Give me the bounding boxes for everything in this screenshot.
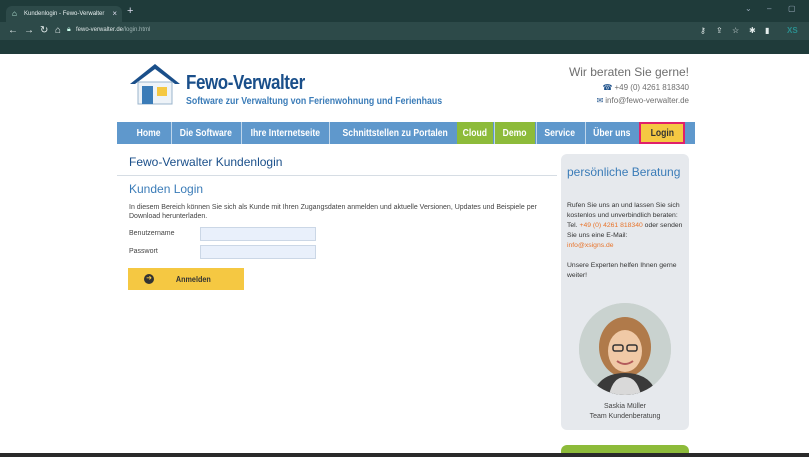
username-label: Benutzername	[129, 230, 175, 237]
key-icon[interactable]: ⚷	[700, 26, 706, 35]
maximize-icon[interactable]: ▢	[788, 4, 796, 13]
nav-website[interactable]: Ihre Internetseite	[243, 122, 327, 144]
extensions-icon[interactable]: ✱	[749, 26, 756, 35]
sidebar-phone-link[interactable]: +49 (0) 4261 818340	[579, 222, 642, 229]
sidebar-icon[interactable]: ▮	[765, 26, 769, 35]
taskbar-edge	[0, 453, 809, 457]
nav-software[interactable]: Die Software	[173, 122, 239, 144]
url-field[interactable]: fewo-verwalter.de/login.html	[76, 27, 150, 33]
nav-service[interactable]: Service	[537, 122, 583, 144]
mail-icon: ✉	[596, 96, 604, 105]
contact-heading: Wir beraten Sie gerne!	[568, 65, 689, 79]
header-email[interactable]: ✉ info@fewo-verwalter.de	[597, 96, 689, 105]
star-icon[interactable]: ☆	[732, 26, 739, 35]
site-favicon-icon: ⌂	[12, 9, 17, 18]
home-icon[interactable]: ⌂	[55, 25, 61, 36]
divider	[117, 175, 557, 176]
login-button[interactable]: ➜ Anmelden	[128, 268, 244, 290]
intro-text: In diesem Bereich können Sie sich als Ku…	[129, 204, 537, 220]
nav-demo[interactable]: Demo	[495, 122, 535, 144]
browser-tab[interactable]: ⌂ Kundenlogin - Fewo-Verwalter ×	[6, 6, 122, 22]
profile-avatar[interactable]: XS	[787, 26, 798, 35]
section-title: Kunden Login	[129, 182, 204, 196]
sidebar-text: Rufen Sie uns an und lassen Sie sich kos…	[567, 202, 683, 279]
minimize-icon[interactable]: –	[767, 4, 771, 13]
sidebar-email-link[interactable]: info@xsigns.de	[567, 242, 614, 249]
reload-icon[interactable]: ↻	[40, 25, 48, 36]
username-input[interactable]	[200, 227, 316, 241]
bookmarks-bar	[0, 40, 809, 54]
phone-icon: ☎	[602, 83, 613, 92]
page-title: Fewo-Verwalter Kundenlogin	[129, 155, 283, 169]
chevron-down-icon[interactable]: ⌄	[745, 4, 752, 13]
advisor-photo	[579, 303, 671, 395]
nav-cloud[interactable]: Cloud	[457, 122, 493, 144]
browser-tab-bar: ⌂ Kundenlogin - Fewo-Verwalter × + ⌄ – ▢	[0, 0, 809, 22]
nav-interfaces[interactable]: Schnittstellen zu Portalen	[331, 122, 455, 144]
header-phone[interactable]: ☎ +49 (0) 4261 818340	[603, 83, 689, 92]
new-tab-icon[interactable]: +	[127, 5, 133, 17]
nav-login[interactable]: Login	[639, 122, 685, 144]
close-tab-icon[interactable]: ×	[112, 9, 117, 18]
main-nav: Home Die Software Ihre Internetseite Sch…	[117, 122, 695, 144]
nav-home[interactable]: Home	[129, 122, 169, 144]
address-bar: ← → ↻ ⌂ 🔒︎ fewo-verwalter.de/login.html …	[0, 22, 809, 40]
nav-about[interactable]: Über uns	[587, 122, 637, 144]
password-label: Passwort	[129, 248, 158, 255]
advisor-name: Saskia Müller Team Kundenberatung	[589, 403, 661, 420]
brand-name[interactable]: Fewo-Verwalter	[186, 72, 305, 95]
share-icon[interactable]: ⇪	[716, 26, 723, 35]
tab-title: Kundenlogin - Fewo-Verwalter	[24, 11, 105, 17]
password-input[interactable]	[200, 245, 316, 259]
brand-tagline: Software zur Verwaltung von Ferienwohnun…	[186, 96, 443, 107]
back-icon[interactable]: ←	[8, 25, 18, 36]
forward-icon[interactable]: →	[24, 25, 34, 36]
arrow-circle-icon: ➜	[144, 274, 154, 284]
sidebar-heading: persönliche Beratung	[567, 165, 681, 179]
lock-icon[interactable]: 🔒︎	[67, 26, 71, 34]
logo-house-icon[interactable]	[128, 62, 182, 106]
